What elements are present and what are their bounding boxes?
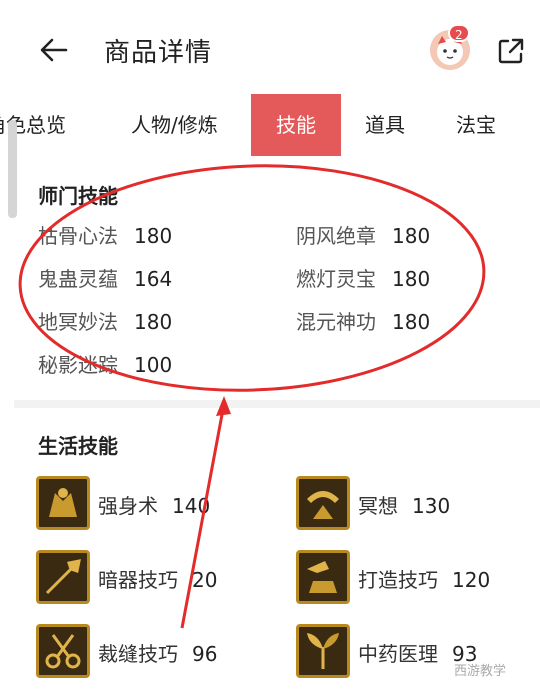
tab-bar: 角色总览 人物/修炼 技能 道具 法宝: [0, 94, 540, 156]
skill-item: 鬼蛊灵蕴 164: [38, 267, 173, 291]
tab-treasure[interactable]: 法宝: [456, 94, 496, 156]
watermark: 西游教学: [454, 664, 507, 679]
tab-items[interactable]: 道具: [365, 94, 405, 156]
scroll-indicator[interactable]: [8, 120, 17, 218]
skill-item: 枯骨心法 180: [38, 224, 173, 248]
header-bar: 商品详情 2: [0, 0, 540, 100]
section-divider: [14, 400, 540, 408]
skill-item: 燃灯灵宝 180: [296, 267, 431, 291]
strength-icon: [36, 476, 90, 530]
scissors-icon: [36, 624, 90, 678]
notification-badge: 2: [448, 24, 470, 42]
share-icon[interactable]: [496, 36, 526, 66]
back-arrow-icon[interactable]: [38, 34, 70, 66]
skill-item: 地冥妙法 180: [38, 310, 173, 334]
dart-icon: [36, 550, 90, 604]
tab-character[interactable]: 人物/修炼: [131, 94, 218, 156]
life-skills-title: 生活技能: [38, 434, 118, 458]
school-skills-title: 师门技能: [38, 184, 118, 208]
skill-item: 阴风绝章 180: [296, 224, 431, 248]
page-title: 商品详情: [104, 38, 213, 68]
skill-item: 秘影迷踪 100: [38, 353, 173, 377]
tab-skills[interactable]: 技能: [251, 94, 341, 156]
forging-icon: [296, 550, 350, 604]
skill-item: 混元神功 180: [296, 310, 431, 334]
herb-icon: [296, 624, 350, 678]
meditation-icon: [296, 476, 350, 530]
